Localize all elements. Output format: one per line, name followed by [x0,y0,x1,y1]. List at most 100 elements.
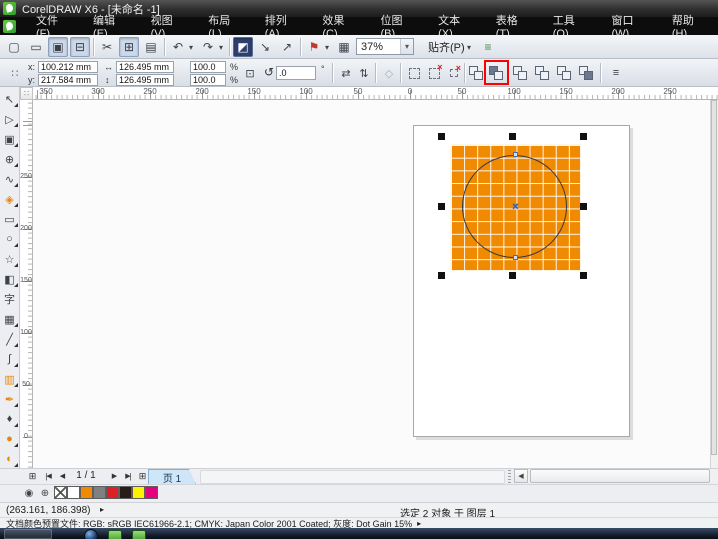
swatch-magenta[interactable] [145,486,158,499]
remove-nodes-button[interactable] [424,63,444,83]
polygon-tool[interactable]: ☆ [2,251,18,267]
swatch-white[interactable] [67,486,80,499]
x-position-field[interactable] [38,61,98,73]
ellipse-tool[interactable]: ○ [2,231,18,247]
swatch-yellow[interactable] [132,486,145,499]
new-document-button[interactable]: ▢ [4,37,24,57]
eyedropper-tool[interactable]: ✒ [2,391,18,407]
next-page-button[interactable]: ▶ [108,469,121,483]
selection-handle[interactable] [580,203,587,210]
export-button[interactable]: ↗ [277,37,297,57]
outline-pen-tool[interactable]: ♦ [2,411,18,427]
paste-button[interactable]: ▤ [141,37,161,57]
basic-shapes-tool[interactable]: ◧ [2,271,18,287]
swatch-black[interactable] [119,486,132,499]
selection-handle[interactable] [438,133,445,140]
shape-tool[interactable]: ▷ [2,111,18,127]
taskbar-app-button[interactable] [4,529,52,539]
zoom-level-combobox[interactable]: 37% ▾ [356,38,414,55]
selection-handle[interactable] [509,133,516,140]
import-button[interactable]: ↘ [255,37,275,57]
scale-vertical-field[interactable] [190,74,226,86]
back-minus-front-button[interactable] [576,63,596,83]
crop-tool[interactable]: ▣ [2,131,18,147]
selection-handle[interactable] [580,133,587,140]
vertical-scrollbar-thumb[interactable] [711,100,717,455]
undo-dropdown-icon[interactable]: ▾ [186,37,196,57]
view-navigator-button[interactable]: ▦ [334,37,354,57]
swatch-red[interactable] [106,486,119,499]
copy-button[interactable]: ⊞ [119,37,139,57]
snap-to-label[interactable]: 贴齐(P) [428,39,465,55]
swatch-no-color[interactable] [54,486,67,499]
convert-to-curves-button[interactable] [404,63,424,83]
freehand-tool[interactable]: ∿ [2,171,18,187]
pan-zoom-tool[interactable]: ⊕ [2,151,18,167]
add-page-left-button[interactable]: ⊞ [26,469,39,483]
connector-tool[interactable]: ∫ [2,351,18,367]
vertical-ruler[interactable]: 250 200 150 100 50 0 [20,100,33,468]
ruler-origin-button[interactable]: ∷ [20,87,33,100]
open-button[interactable]: ▭ [26,37,46,57]
coords-expand-icon[interactable]: ▸ [100,505,104,514]
blend-tool[interactable]: ▥ [2,371,18,387]
pick-tool[interactable]: ↖ [2,91,18,107]
simplify-button[interactable] [532,63,552,83]
scroll-left-button[interactable]: ◀ [514,469,528,483]
horizontal-ruler[interactable]: 350 300 250 200 150 100 50 0 50 100 150 … [33,87,718,100]
front-minus-back-button[interactable] [554,63,574,83]
page-tab[interactable]: 页 1 [148,469,196,484]
weld-button[interactable] [466,63,486,83]
taskbar-icon-2[interactable] [132,530,146,539]
object-height-field[interactable] [116,74,174,86]
taskbar-icon-1[interactable] [108,530,122,539]
intersect-button[interactable] [510,63,530,83]
selection-handle[interactable] [438,203,445,210]
rotation-angle-field[interactable] [276,66,316,80]
fill-tool[interactable]: ● [2,431,18,447]
selection-handle[interactable] [509,272,516,279]
object-width-field[interactable] [116,61,174,73]
print-button[interactable]: ⊟ [70,37,90,57]
mirror-vertical-button[interactable]: ⇅ [354,63,374,83]
last-page-button[interactable]: ▶ [122,469,135,483]
start-button[interactable] [84,529,98,539]
redo-dropdown-icon[interactable]: ▾ [216,37,226,57]
rectangle-tool[interactable]: ▭ [2,211,18,227]
align-distribute-button[interactable]: ≡ [606,63,626,83]
profile-expand-icon[interactable]: ▸ [417,519,421,528]
reduce-nodes-button[interactable] [444,63,464,83]
redo-button[interactable]: ↷ [198,37,218,57]
first-page-button[interactable]: ◀ [42,469,55,483]
selection-handle[interactable] [438,272,445,279]
search-content-button[interactable]: ◩ [233,37,253,57]
palette-eyedropper-icon[interactable]: ⊕ [38,486,52,500]
undo-button[interactable]: ↶ [168,37,188,57]
save-button[interactable]: ▣ [48,37,68,57]
welcome-screen-button[interactable]: ⚑ [304,37,324,57]
hruler-label: 350 [36,87,56,96]
mirror-horizontal-button[interactable]: ⇄ [336,63,356,83]
smart-fill-tool[interactable]: ◈ [2,191,18,207]
table-tool[interactable]: ▦ [2,311,18,327]
scrollbar-splitter[interactable] [508,470,511,484]
swatch-orange[interactable] [80,486,93,499]
hruler-label: 50 [452,87,472,96]
options-button[interactable]: ≡ [478,37,498,57]
add-page-right-button[interactable]: ⊞ [136,469,149,483]
snap-dropdown-icon[interactable]: ▾ [464,37,474,57]
horizontal-scrollbar-thumb[interactable] [530,469,710,483]
lock-ratio-button[interactable]: ⊡ [240,63,260,83]
swatch-gray[interactable] [93,486,106,499]
scale-horizontal-field[interactable] [190,61,226,73]
zoom-level-value: 37% [357,41,400,53]
interactive-fill-tool[interactable]: ◐ [2,451,18,467]
y-position-field[interactable] [38,74,98,86]
text-tool[interactable]: 字 [2,291,18,307]
cut-button[interactable]: ✂ [97,37,117,57]
selection-handle[interactable] [580,272,587,279]
palette-options-icon[interactable]: ◉ [22,486,36,500]
welcome-dropdown-icon[interactable]: ▾ [322,37,332,57]
dimension-tool[interactable]: ╱ [2,331,18,347]
zoom-dropdown-icon[interactable]: ▾ [400,39,413,54]
